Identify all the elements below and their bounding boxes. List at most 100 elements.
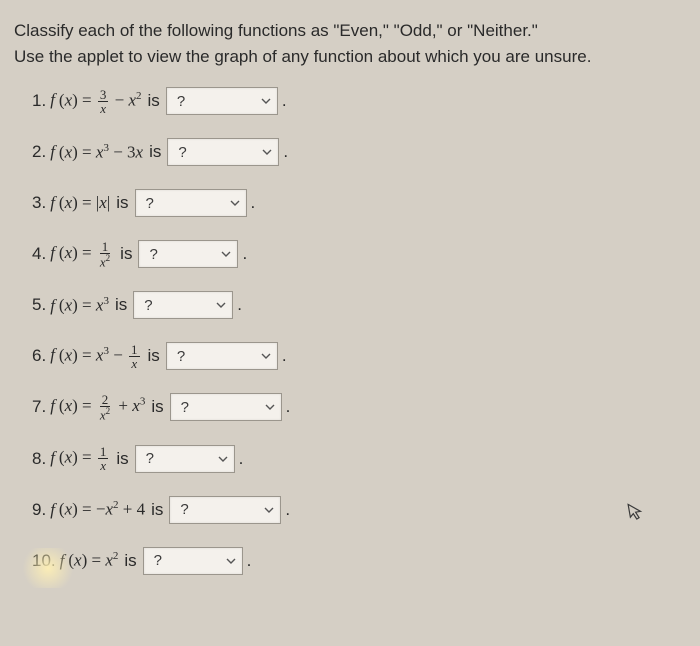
- select-wrap: ?.: [166, 87, 287, 115]
- is-label: is: [151, 500, 163, 520]
- dropdown-value: ?: [146, 195, 154, 212]
- period: .: [239, 449, 244, 469]
- question-formula: f(x) = x2: [60, 550, 119, 571]
- question-text: 9.f(x) = −x2 + 4 is: [32, 499, 169, 520]
- question-number: 5.: [32, 295, 46, 315]
- question-number: 7.: [32, 397, 46, 417]
- answer-dropdown[interactable]: ?: [135, 445, 235, 473]
- dropdown-value: ?: [146, 450, 154, 467]
- is-label: is: [115, 295, 127, 315]
- question-text: 4.f(x) = 1x2 is: [32, 240, 138, 268]
- question-formula: f(x) = |x|: [50, 193, 110, 213]
- question-text: 1.f(x) = 3x − x2 is: [32, 88, 166, 115]
- question-formula: f(x) = x3: [50, 295, 109, 316]
- chevron-down-icon: [216, 299, 226, 311]
- dropdown-value: ?: [144, 297, 152, 314]
- period: .: [285, 500, 290, 520]
- answer-dropdown[interactable]: ?: [170, 393, 282, 421]
- period: .: [282, 346, 287, 366]
- instructions-line2: Use the applet to view the graph of any …: [14, 44, 686, 70]
- dropdown-value: ?: [177, 348, 185, 365]
- is-label: is: [120, 244, 132, 264]
- is-label: is: [149, 142, 161, 162]
- answer-dropdown[interactable]: ?: [133, 291, 233, 319]
- period: .: [247, 551, 252, 571]
- answer-dropdown[interactable]: ?: [135, 189, 247, 217]
- question-formula: f(x) = 1x2: [50, 240, 114, 268]
- question-text: 6.f(x) = x3 − 1x is: [32, 343, 166, 370]
- select-wrap: ?.: [138, 240, 247, 268]
- chevron-down-icon: [264, 504, 274, 516]
- question-formula: f(x) = 3x − x2: [50, 88, 141, 115]
- is-label: is: [116, 193, 128, 213]
- chevron-down-icon: [261, 95, 271, 107]
- question-number: 4.: [32, 244, 46, 264]
- question-formula: f(x) = 2x2 + x3: [50, 393, 145, 421]
- answer-dropdown[interactable]: ?: [166, 87, 278, 115]
- question-row: 6.f(x) = x3 − 1x is?.: [32, 342, 686, 370]
- question-text: 5.f(x) = x3 is: [32, 295, 133, 316]
- question-number: 6.: [32, 346, 46, 366]
- is-label: is: [116, 449, 128, 469]
- is-label: is: [151, 397, 163, 417]
- question-formula: f(x) = −x2 + 4: [50, 499, 145, 520]
- select-wrap: ?.: [167, 138, 288, 166]
- question-formula: f(x) = x3 − 3x: [50, 142, 143, 163]
- questions-list: 1.f(x) = 3x − x2 is?. 2.f(x) = x3 − 3x is?.…: [14, 87, 686, 575]
- is-label: is: [148, 91, 160, 111]
- instructions-text: Classify each of the following functions…: [14, 18, 686, 69]
- question-text: 10.f(x) = x2is: [32, 550, 143, 571]
- select-wrap: ?.: [135, 189, 256, 217]
- question-row: 5.f(x) = x3 is?.: [32, 291, 686, 319]
- dropdown-value: ?: [154, 552, 162, 569]
- question-row: 10.f(x) = x2is?.: [32, 547, 686, 575]
- chevron-down-icon: [226, 555, 236, 567]
- question-row: 3.f(x) = |x| is?.: [32, 189, 686, 217]
- period: .: [283, 142, 288, 162]
- dropdown-value: ?: [178, 144, 186, 161]
- question-number: 2.: [32, 142, 46, 162]
- question-formula: f(x) = 1x: [50, 445, 110, 472]
- chevron-down-icon: [230, 197, 240, 209]
- question-number: 10.: [32, 551, 56, 571]
- question-text: 7.f(x) = 2x2 + x3 is: [32, 393, 170, 421]
- question-number: 1.: [32, 91, 46, 111]
- chevron-down-icon: [221, 248, 231, 260]
- question-text: 8.f(x) = 1x is: [32, 445, 135, 472]
- select-wrap: ?.: [133, 291, 242, 319]
- dropdown-value: ?: [177, 93, 185, 110]
- select-wrap: ?.: [143, 547, 252, 575]
- select-wrap: ?.: [169, 496, 290, 524]
- question-number: 8.: [32, 449, 46, 469]
- answer-dropdown[interactable]: ?: [166, 342, 278, 370]
- instructions-line1: Classify each of the following functions…: [14, 18, 686, 44]
- period: .: [237, 295, 242, 315]
- dropdown-value: ?: [180, 501, 188, 518]
- answer-dropdown[interactable]: ?: [169, 496, 281, 524]
- answer-dropdown[interactable]: ?: [167, 138, 279, 166]
- chevron-down-icon: [261, 350, 271, 362]
- select-wrap: ?.: [166, 342, 287, 370]
- question-text: 3.f(x) = |x| is: [32, 193, 135, 213]
- chevron-down-icon: [265, 401, 275, 413]
- question-row: 8.f(x) = 1x is?.: [32, 445, 686, 473]
- dropdown-value: ?: [181, 399, 189, 416]
- question-row: 2.f(x) = x3 − 3x is?.: [32, 138, 686, 166]
- chevron-down-icon: [262, 146, 272, 158]
- question-formula: f(x) = x3 − 1x: [50, 343, 141, 370]
- question-row: 7.f(x) = 2x2 + x3is?.: [32, 393, 686, 421]
- is-label: is: [124, 551, 136, 571]
- period: .: [242, 244, 247, 264]
- question-row: 1.f(x) = 3x − x2 is?.: [32, 87, 686, 115]
- question-number: 3.: [32, 193, 46, 213]
- question-number: 9.: [32, 500, 46, 520]
- answer-dropdown[interactable]: ?: [143, 547, 243, 575]
- is-label: is: [148, 346, 160, 366]
- chevron-down-icon: [218, 453, 228, 465]
- period: .: [282, 91, 287, 111]
- select-wrap: ?.: [135, 445, 244, 473]
- period: .: [251, 193, 256, 213]
- answer-dropdown[interactable]: ?: [138, 240, 238, 268]
- dropdown-value: ?: [149, 246, 157, 263]
- question-row: 4.f(x) = 1x2 is?.: [32, 240, 686, 268]
